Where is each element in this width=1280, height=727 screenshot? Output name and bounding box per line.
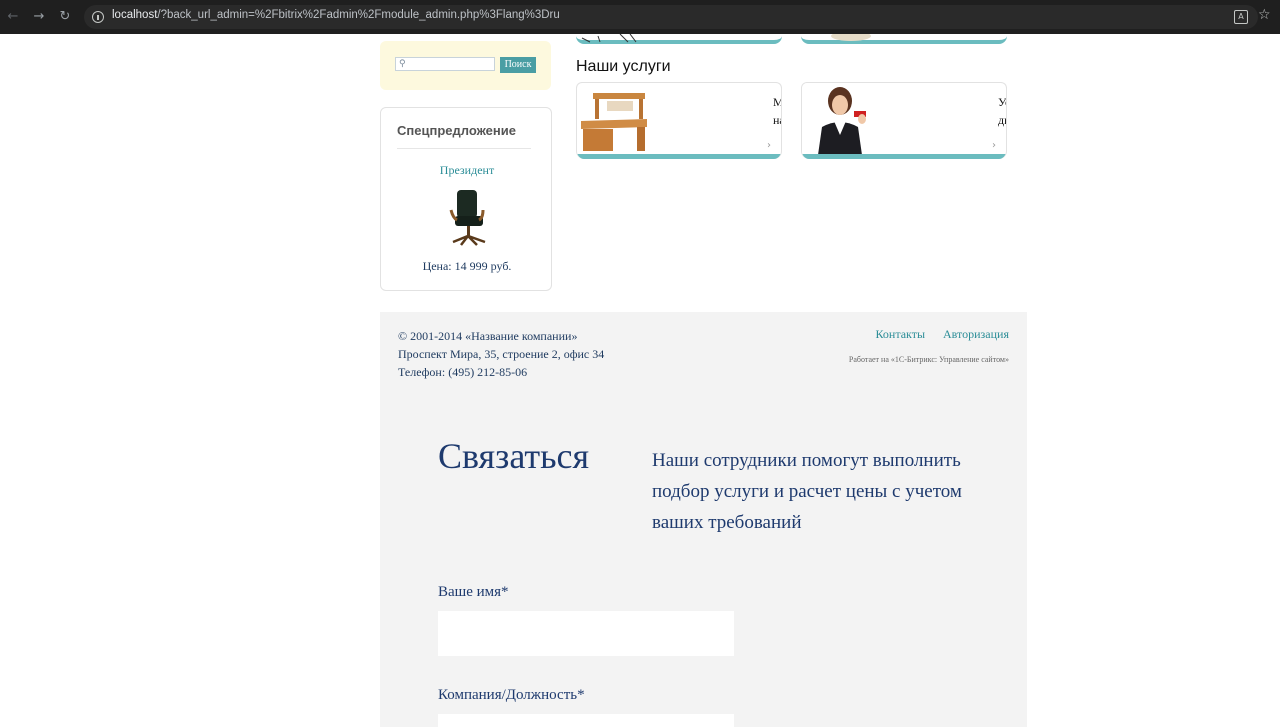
special-offer-block: Спецпредложение Президент Цена: 14 999 р… (380, 107, 552, 291)
product-link[interactable]: Президент (381, 163, 553, 178)
name-field-label: Ваше имя* (438, 584, 509, 600)
service-card[interactable]: Мна › (576, 82, 782, 159)
url-path: /?back_url_admin=%2Fbitrix%2Fadmin%2Fmod… (157, 9, 560, 21)
footer-powered-by[interactable]: Работает на «1С-Битрикс: Управление сайт… (849, 355, 1009, 364)
service-card-text: Мна (773, 93, 781, 129)
special-offer-title: Спецпредложение (397, 123, 516, 138)
arrow-left-icon[interactable]: ← (5, 9, 21, 25)
service-card-line: Ус (998, 95, 1006, 109)
footer-address: Проспект Мира, 35, строение 2, офис 34 (398, 347, 605, 361)
search-input[interactable]: ⚲ (395, 57, 495, 71)
service-card-text: Ус ди (998, 93, 1006, 129)
office-chair-image[interactable] (443, 188, 493, 248)
footer-link-contacts[interactable]: Контакты (875, 327, 925, 341)
divider (397, 148, 531, 149)
reload-icon[interactable]: ↻ (57, 9, 73, 25)
footer-copyright: © 2001-2014 «Название компании» (398, 329, 578, 343)
name-field[interactable] (438, 611, 734, 656)
card-image-fragment (831, 34, 871, 41)
arrow-right-icon[interactable]: → (31, 9, 47, 25)
company-field[interactable] (438, 714, 734, 727)
card-image-fragment (581, 34, 637, 43)
footer-link-auth[interactable]: Авторизация (943, 327, 1009, 341)
browser-toolbar: ← → ↻ localhost/?back_url_admin=%2Fbitri… (0, 0, 1280, 34)
service-card-cutoff[interactable] (801, 34, 1007, 44)
footer-nav: Контакты Авторизация (857, 327, 1009, 342)
service-card-line: М (773, 95, 781, 109)
site-info-icon[interactable] (92, 11, 104, 23)
desk-image (581, 93, 647, 151)
translate-icon[interactable]: A (1234, 10, 1248, 24)
search-icon: ⚲ (399, 59, 406, 69)
search-button[interactable]: Поиск (500, 57, 536, 73)
consultant-woman-image (802, 83, 878, 155)
chevron-right-icon: › (767, 140, 771, 151)
product-price: Цена: 14 999 руб. (422, 259, 512, 273)
search-block: ⚲ Поиск (380, 41, 551, 90)
footer-phone: Телефон: (495) 212-85-06 (398, 365, 528, 379)
url-text[interactable]: localhost/?back_url_admin=%2Fbitrix%2Fad… (112, 9, 560, 21)
bookmark-star-icon[interactable]: ☆ (1258, 7, 1271, 23)
card-accent-bar (577, 154, 781, 159)
service-card-cutoff[interactable] (576, 34, 782, 44)
company-field-label: Компания/Должность* (438, 687, 585, 703)
contact-form-description: Наши сотрудники помогут выполнить подбор… (652, 450, 962, 533)
address-bar[interactable]: localhost/?back_url_admin=%2Fbitrix%2Fad… (84, 5, 1271, 29)
footer: © 2001-2014 «Название компании» Проспект… (380, 312, 1027, 727)
card-accent-bar (802, 154, 1006, 159)
service-card-line: ди (998, 113, 1006, 127)
footer-company-info: © 2001-2014 «Название компании» Проспект… (398, 327, 604, 381)
services-title: Наши услуги (576, 58, 671, 75)
url-host: localhost (112, 9, 158, 21)
service-card-line: на (773, 113, 781, 127)
service-card[interactable]: Ус ди › (801, 82, 1007, 159)
chevron-right-icon: › (992, 140, 996, 151)
contact-form-title: Связаться (438, 436, 590, 476)
